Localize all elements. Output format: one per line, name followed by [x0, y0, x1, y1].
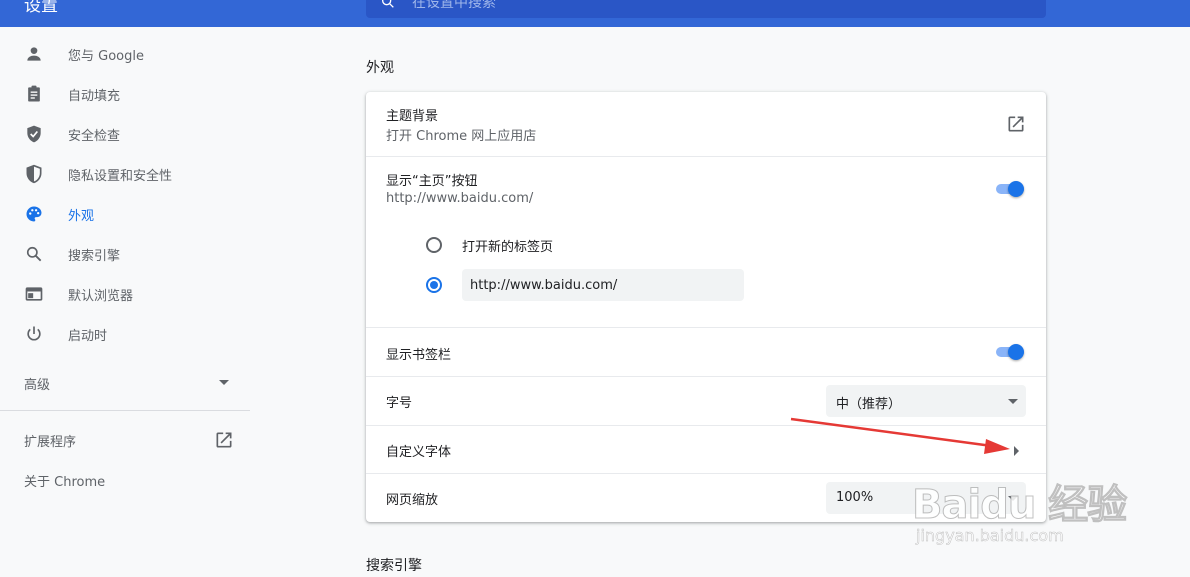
- custom-url-radio[interactable]: [426, 277, 442, 293]
- sidebar-item-label: 您与 Google: [68, 49, 144, 64]
- clipboard-icon: [28, 85, 40, 102]
- theme-title: 主题背景: [386, 109, 439, 124]
- bookmarks-bar-row[interactable]: 显示书签栏: [366, 327, 1046, 376]
- home-button-toggle[interactable]: [994, 181, 1026, 197]
- palette-icon: [26, 206, 42, 222]
- font-size-select[interactable]: 中（推荐）: [826, 385, 1026, 417]
- sidebar-item-search-engine[interactable]: 搜索引擎: [0, 234, 250, 274]
- sidebar-item-label: 隐私设置和安全性: [68, 169, 173, 184]
- page-zoom-select[interactable]: 100%: [826, 482, 1026, 514]
- font-size-row: 字号 中（推荐）: [366, 376, 1046, 425]
- chevron-down-icon: [219, 380, 229, 385]
- sidebar-item-appearance[interactable]: 外观: [0, 194, 250, 234]
- sidebar-advanced-toggle[interactable]: 高级: [0, 362, 250, 402]
- custom-fonts-title: 自定义字体: [386, 445, 452, 460]
- home-button-title: 显示“主页”按钮: [386, 174, 478, 189]
- font-size-title: 字号: [386, 396, 413, 411]
- settings-search-box[interactable]: 在设置中搜索: [366, 0, 1046, 18]
- sidebar-item-label: 启动时: [68, 329, 108, 344]
- search-icon: [382, 0, 394, 8]
- sidebar-item-extensions[interactable]: 扩展程序: [0, 419, 250, 459]
- home-url-input[interactable]: [462, 269, 744, 301]
- chevron-down-icon: [1008, 496, 1018, 501]
- bookmarks-bar-toggle[interactable]: [994, 344, 1026, 360]
- person-icon: [27, 47, 41, 61]
- sidebar: 您与 Google 自动填充 安全检查 隐私设置和安全性 外观 搜索引擎 默认浏…: [0, 27, 250, 577]
- page-zoom-title: 网页缩放: [386, 493, 439, 508]
- new-tab-radio[interactable]: [426, 237, 442, 253]
- shield-check-icon: [27, 125, 41, 143]
- sidebar-item-you-and-google[interactable]: 您与 Google: [0, 34, 250, 74]
- sidebar-item-autofill[interactable]: 自动填充: [0, 74, 250, 114]
- page-title: 设置: [24, 0, 58, 16]
- search-engine-section-title: 搜索引擎: [366, 558, 422, 574]
- sidebar-item-default-browser[interactable]: 默认浏览器: [0, 274, 250, 314]
- page-zoom-row: 网页缩放 100%: [366, 473, 1046, 522]
- about-label: 关于 Chrome: [24, 475, 106, 490]
- custom-fonts-row[interactable]: 自定义字体: [366, 425, 1046, 473]
- home-button-subtitle: http://www.baidu.com/: [386, 191, 534, 206]
- sidebar-item-on-startup[interactable]: 启动时: [0, 314, 250, 354]
- sidebar-divider: [0, 410, 250, 411]
- browser-icon: [25, 287, 43, 301]
- theme-row[interactable]: 主题背景 打开 Chrome 网上应用店: [366, 92, 1046, 156]
- sidebar-item-label: 自动填充: [68, 89, 121, 104]
- sidebar-item-privacy[interactable]: 隐私设置和安全性: [0, 154, 250, 194]
- sidebar-item-label: 默认浏览器: [68, 289, 134, 304]
- appearance-card: 主题背景 打开 Chrome 网上应用店 显示“主页”按钮 http://www…: [366, 92, 1046, 522]
- home-button-row: 显示“主页”按钮 http://www.baidu.com/ 打开新的标签页: [366, 156, 1046, 327]
- bookmarks-bar-title: 显示书签栏: [386, 348, 452, 363]
- chevron-down-icon: [1008, 399, 1018, 404]
- sidebar-item-label: 搜索引擎: [68, 249, 121, 264]
- sidebar-item-safety-check[interactable]: 安全检查: [0, 114, 250, 154]
- watermark-url: jingyan.baidu.com: [916, 526, 1064, 546]
- sidebar-item-about-chrome[interactable]: 关于 Chrome: [0, 459, 250, 499]
- extensions-label: 扩展程序: [24, 435, 77, 450]
- shield-half-icon: [26, 164, 42, 184]
- top-bar: 设置 在设置中搜索: [0, 0, 1190, 27]
- page-zoom-value: 100%: [836, 490, 874, 505]
- search-placeholder: 在设置中搜索: [412, 0, 496, 11]
- search-icon: [26, 246, 42, 262]
- theme-subtitle: 打开 Chrome 网上应用店: [386, 129, 537, 144]
- appearance-section-title: 外观: [366, 60, 394, 76]
- external-link-icon: [216, 432, 232, 448]
- advanced-label: 高级: [24, 378, 51, 393]
- chevron-right-icon: [1014, 446, 1019, 456]
- font-size-value: 中（推荐）: [836, 397, 902, 412]
- sidebar-item-label: 外观: [68, 209, 95, 224]
- external-link-icon[interactable]: [1006, 114, 1026, 134]
- power-icon: [27, 326, 41, 341]
- new-tab-option-label: 打开新的标签页: [462, 240, 554, 255]
- sidebar-item-label: 安全检查: [68, 129, 121, 144]
